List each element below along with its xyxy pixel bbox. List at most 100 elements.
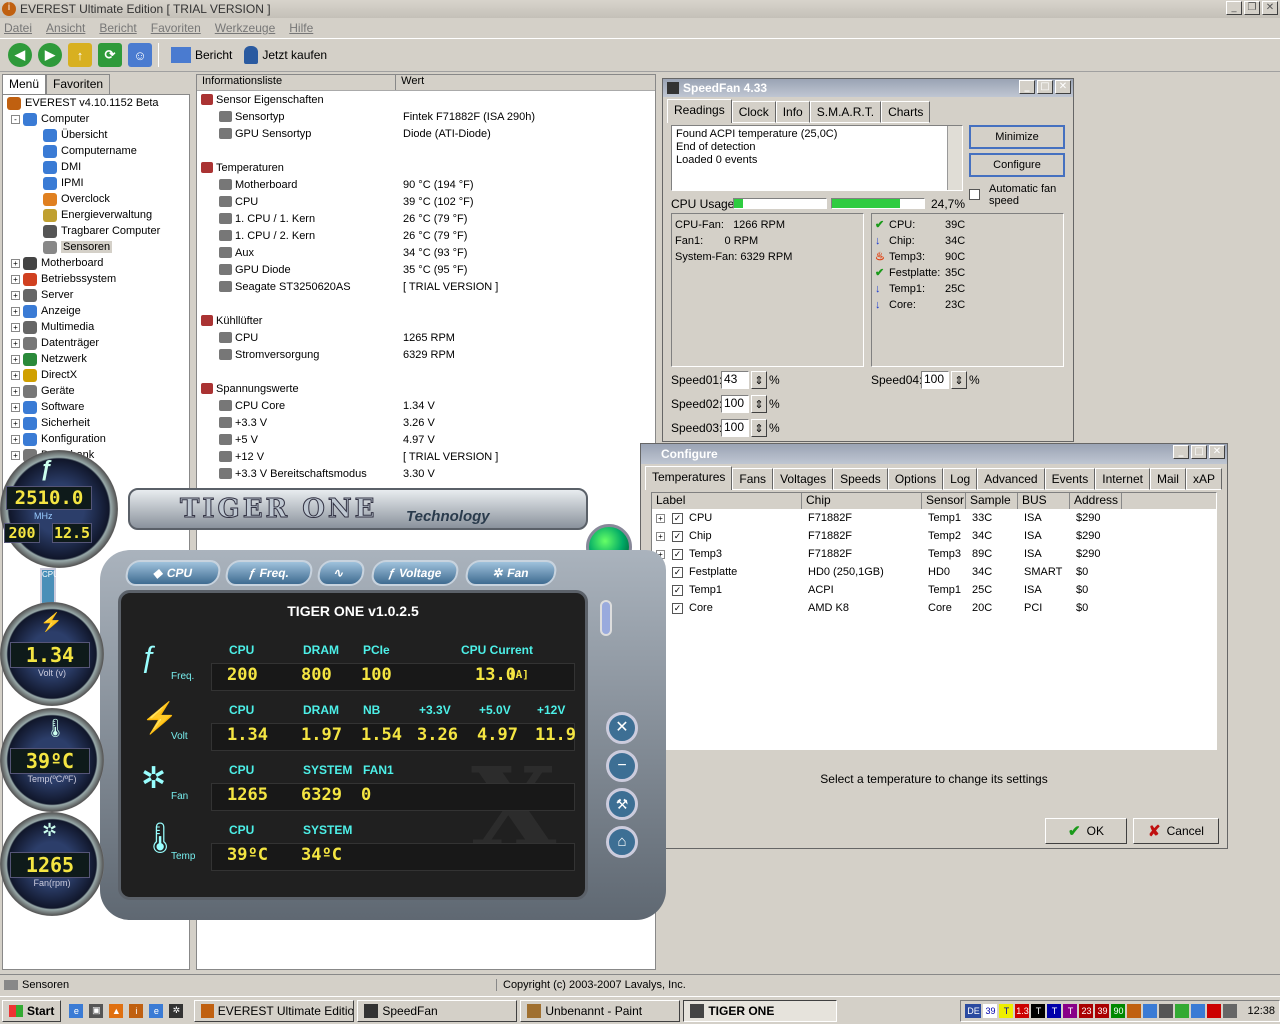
table-row[interactable]: +✓CoreAMD K8Core20CPCI$0 bbox=[652, 599, 1216, 617]
tree-item[interactable]: Overclock bbox=[3, 191, 189, 207]
expand-icon[interactable]: - bbox=[11, 114, 20, 124]
tray-app-icon[interactable] bbox=[1223, 1003, 1238, 1018]
table-row[interactable]: + ✓ Temp3 F71882F Temp3 89C ISA $290 bbox=[652, 545, 1216, 563]
column-header[interactable]: Sensor bbox=[922, 493, 966, 509]
expand-icon[interactable]: + bbox=[11, 370, 20, 380]
expand-icon[interactable]: + bbox=[11, 402, 20, 412]
list-row[interactable]: Sensortyp Fintek F71882F (ISA 290h) bbox=[197, 108, 655, 125]
report-button[interactable]: Bericht bbox=[171, 47, 232, 63]
tools-icon[interactable]: ⚒ bbox=[606, 788, 638, 820]
tiger-button[interactable]: ∿ bbox=[315, 560, 367, 586]
expand-icon[interactable]: + bbox=[11, 306, 20, 316]
maximize-button[interactable]: □ bbox=[1037, 80, 1053, 94]
table-row[interactable]: +✓FestplatteHD0 (250,1GB)HD034CSMART$0 bbox=[652, 563, 1216, 581]
tray-icon[interactable]: 39 bbox=[1095, 1003, 1110, 1018]
tab-menu[interactable]: Menü bbox=[2, 74, 47, 94]
tab-internet[interactable]: Internet bbox=[1095, 468, 1150, 490]
tree-item[interactable]: IPMI bbox=[3, 175, 189, 191]
list-row[interactable]: CPU 39 °C (102 °F) bbox=[197, 193, 655, 210]
table-row[interactable]: + ✓ CPU F71882F Temp1 33C ISA $290 bbox=[652, 509, 1216, 527]
users-icon[interactable]: ☺ bbox=[128, 43, 152, 67]
tray-icon[interactable]: T bbox=[999, 1003, 1014, 1018]
tray-icon[interactable]: T bbox=[1063, 1003, 1078, 1018]
tree-item[interactable]: Energieverwaltung bbox=[3, 207, 189, 223]
list-row[interactable]: CPU Core 1.34 V bbox=[197, 397, 655, 414]
tree-item[interactable]: + Anzeige bbox=[3, 303, 189, 319]
enable-checkbox[interactable]: ✓ bbox=[672, 566, 683, 578]
scroll-toggle[interactable] bbox=[600, 600, 612, 636]
group-row[interactable]: Kühllüfter bbox=[197, 312, 655, 329]
column-header[interactable]: Label bbox=[652, 493, 802, 509]
close-button[interactable]: ✕ bbox=[1262, 1, 1278, 15]
menu-item[interactable]: Favoriten bbox=[151, 21, 201, 35]
minimize-icon[interactable]: − bbox=[606, 750, 638, 782]
close-icon[interactable]: ✕ bbox=[606, 712, 638, 744]
browser-icon[interactable]: e bbox=[149, 1003, 164, 1018]
configure-button[interactable]: Configure bbox=[969, 153, 1065, 177]
spinner-icon[interactable]: ⇕ bbox=[751, 395, 767, 413]
column-header[interactable]: Address bbox=[1070, 493, 1122, 509]
tree-item[interactable]: + Sicherheit bbox=[3, 415, 189, 431]
expand-icon[interactable]: + bbox=[11, 338, 20, 348]
tree-item[interactable]: EVEREST v4.10.1152 Beta bbox=[3, 95, 189, 111]
task-button[interactable]: EVEREST Ultimate Edition... bbox=[194, 999, 355, 1022]
tab-voltages[interactable]: Voltages bbox=[773, 468, 834, 490]
back-icon[interactable]: ◀ bbox=[8, 43, 32, 67]
tray-icon[interactable]: 23 bbox=[1079, 1003, 1094, 1018]
info-icon[interactable]: i bbox=[129, 1003, 144, 1018]
tree-item[interactable]: + Server bbox=[3, 287, 189, 303]
list-row[interactable]: Aux 34 °C (93 °F) bbox=[197, 244, 655, 261]
expand-icon[interactable]: + bbox=[11, 274, 20, 284]
group-row[interactable]: Sensor Eigenschaften bbox=[197, 91, 655, 108]
tiger-button[interactable]: ◆ CPU bbox=[123, 560, 223, 586]
tray-icon[interactable]: T bbox=[1047, 1003, 1062, 1018]
speedfan-icon[interactable]: ✲ bbox=[169, 1003, 184, 1018]
tray-icon[interactable]: 39 bbox=[983, 1003, 998, 1018]
list-row[interactable]: 1. CPU / 2. Kern 26 °C (79 °F) bbox=[197, 227, 655, 244]
minimize-speedfan-button[interactable]: Minimize bbox=[969, 125, 1065, 149]
table-row[interactable]: + ✓ Chip F71882F Temp2 34C ISA $290 bbox=[652, 527, 1216, 545]
tray-icon[interactable]: 1.3 bbox=[1015, 1003, 1030, 1018]
task-button[interactable]: TIGER ONE bbox=[683, 999, 838, 1022]
restore-button[interactable]: ❐ bbox=[1244, 1, 1260, 15]
tray-icon[interactable]: 90 bbox=[1111, 1003, 1126, 1018]
speed-input[interactable]: 100 bbox=[721, 395, 749, 413]
tree-item[interactable]: + Datenträger bbox=[3, 335, 189, 351]
tree-item[interactable]: + Netzwerk bbox=[3, 351, 189, 367]
home-icon[interactable]: ⌂ bbox=[606, 826, 638, 858]
maximize-button[interactable]: □ bbox=[1191, 445, 1207, 459]
tray-icon[interactable]: T bbox=[1031, 1003, 1046, 1018]
group-row[interactable]: Spannungswerte bbox=[197, 380, 655, 397]
tab-mail[interactable]: Mail bbox=[1149, 468, 1186, 490]
tab-advanced[interactable]: Advanced bbox=[977, 468, 1045, 490]
list-row[interactable]: +3.3 V 3.26 V bbox=[197, 414, 655, 431]
tree-item[interactable]: Sensoren bbox=[3, 239, 189, 255]
refresh-icon[interactable]: ⟳ bbox=[98, 43, 122, 67]
expand-icon[interactable]: + bbox=[11, 322, 20, 332]
list-row[interactable]: GPU Diode 35 °C (95 °F) bbox=[197, 261, 655, 278]
tray-app-icon[interactable] bbox=[1159, 1003, 1174, 1018]
ie-icon[interactable]: e bbox=[69, 1003, 84, 1018]
speed-input[interactable]: 100 bbox=[921, 371, 949, 389]
list-row[interactable]: Motherboard 90 °C (194 °F) bbox=[197, 176, 655, 193]
enable-checkbox[interactable]: ✓ bbox=[672, 602, 683, 614]
tray-app-icon[interactable] bbox=[1127, 1003, 1142, 1018]
speed-input[interactable]: 100 bbox=[721, 419, 749, 437]
list-row[interactable]: 1. CPU / 1. Kern 26 °C (79 °F) bbox=[197, 210, 655, 227]
column-header[interactable]: Chip bbox=[802, 493, 922, 509]
close-button[interactable]: ✕ bbox=[1055, 80, 1071, 94]
list-row[interactable]: +5 V 4.97 V bbox=[197, 431, 655, 448]
close-button[interactable]: ✕ bbox=[1209, 445, 1225, 459]
expand-icon[interactable]: + bbox=[11, 354, 20, 364]
expand-icon[interactable]: + bbox=[11, 418, 20, 428]
minimize-button[interactable]: _ bbox=[1019, 80, 1035, 94]
list-row[interactable]: CPU 1265 RPM bbox=[197, 329, 655, 346]
list-row[interactable]: Stromversorgung 6329 RPM bbox=[197, 346, 655, 363]
column-header[interactable]: Sample bbox=[966, 493, 1018, 509]
enable-checkbox[interactable]: ✓ bbox=[672, 548, 683, 560]
tree-item[interactable]: + Software bbox=[3, 399, 189, 415]
table-row[interactable]: +✓Temp1ACPITemp125CISA$0 bbox=[652, 581, 1216, 599]
tab-clock[interactable]: Clock bbox=[731, 101, 776, 123]
vlc-icon[interactable]: ▲ bbox=[109, 1003, 124, 1018]
column-header-info[interactable]: Informationsliste bbox=[197, 75, 397, 90]
